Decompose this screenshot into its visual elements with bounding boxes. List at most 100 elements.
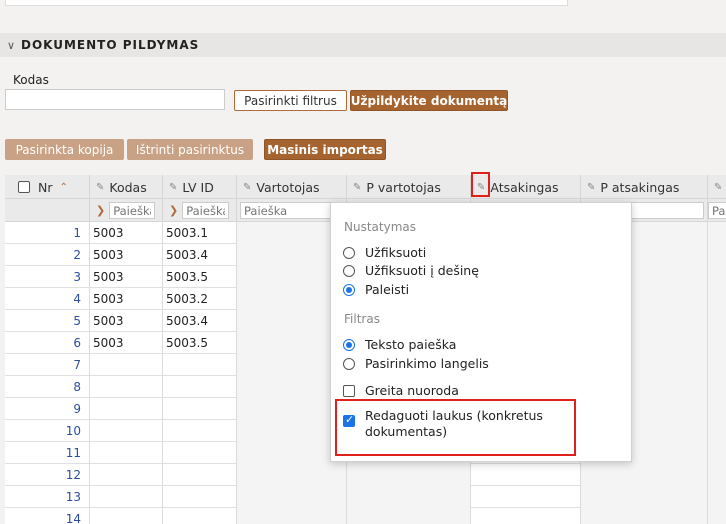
sort-up-icon[interactable]: ⌃ bbox=[60, 182, 68, 193]
cell-lvid[interactable] bbox=[163, 508, 237, 524]
cell-kodas[interactable] bbox=[90, 464, 163, 486]
option-checkbox[interactable]: Pasirinkimo langelis bbox=[343, 356, 489, 371]
cell-lvid[interactable]: 5003.5 bbox=[163, 332, 237, 354]
radio-fix-right[interactable] bbox=[343, 264, 355, 277]
option-fix-label: Užfiksuoti bbox=[365, 245, 427, 260]
section-header[interactable]: ∨ DOKUMENTO PILDYMAS bbox=[0, 33, 726, 57]
cell-empty[interactable] bbox=[581, 508, 708, 524]
wrench-icon[interactable]: ✎ bbox=[587, 182, 595, 193]
table-row[interactable]: 13 bbox=[5, 486, 726, 508]
header-nr[interactable]: Nr ⌃ bbox=[5, 175, 90, 199]
cell-kodas[interactable] bbox=[90, 398, 163, 420]
cell-empty[interactable] bbox=[708, 508, 726, 524]
radio-release[interactable] bbox=[343, 283, 355, 296]
wrench-icon[interactable]: ✎ bbox=[96, 182, 104, 193]
cell-empty[interactable] bbox=[581, 486, 708, 508]
top-input-box[interactable] bbox=[5, 0, 568, 6]
choose-filters-button[interactable]: Pasirinkti filtrus bbox=[234, 90, 347, 111]
cell-empty[interactable] bbox=[347, 508, 471, 524]
cell-empty[interactable] bbox=[708, 310, 726, 332]
radio-checkbox[interactable] bbox=[343, 357, 355, 370]
cell-lvid[interactable] bbox=[163, 420, 237, 442]
cell-kodas[interactable]: 5003 bbox=[90, 244, 163, 266]
cell-empty[interactable] bbox=[471, 508, 581, 524]
cell-kodas[interactable] bbox=[90, 442, 163, 464]
header-vartotojas[interactable]: ✎ Vartotojas bbox=[237, 175, 347, 199]
cell-lvid[interactable]: 5003.1 bbox=[163, 222, 237, 244]
select-all-checkbox[interactable] bbox=[18, 181, 30, 193]
cell-kodas[interactable] bbox=[90, 420, 163, 442]
table-row[interactable]: 12 bbox=[5, 464, 726, 486]
cell-empty[interactable] bbox=[708, 332, 726, 354]
cell-empty[interactable] bbox=[237, 464, 347, 486]
filter-lvid-input[interactable] bbox=[182, 202, 230, 219]
cell-lvid[interactable] bbox=[163, 354, 237, 376]
cell-empty[interactable] bbox=[237, 508, 347, 524]
cell-lvid[interactable]: 5003.2 bbox=[163, 288, 237, 310]
header-patsakingas[interactable]: ✎ P atsakingas bbox=[581, 175, 708, 199]
option-text-search[interactable]: Teksto paieška bbox=[343, 337, 456, 352]
chevron-right-icon[interactable]: ❯ bbox=[169, 204, 178, 217]
filter-extra-input[interactable] bbox=[708, 202, 726, 219]
option-fix-right[interactable]: Užfiksuoti į dešinę bbox=[343, 263, 479, 278]
chevron-right-icon[interactable]: ❯ bbox=[96, 204, 105, 217]
cell-empty[interactable] bbox=[708, 266, 726, 288]
radio-fix[interactable] bbox=[343, 246, 355, 259]
cell-lvid[interactable] bbox=[163, 442, 237, 464]
radio-text-search[interactable] bbox=[343, 338, 355, 351]
option-quick-link[interactable]: Greita nuoroda bbox=[343, 383, 459, 398]
cell-lvid[interactable] bbox=[163, 486, 237, 508]
cell-kodas[interactable] bbox=[90, 354, 163, 376]
checkbox-quick-link[interactable] bbox=[343, 384, 355, 397]
filter-vartotojas-input[interactable] bbox=[240, 202, 343, 219]
wrench-icon[interactable]: ✎ bbox=[353, 182, 361, 193]
cell-empty[interactable] bbox=[581, 464, 708, 486]
cell-empty[interactable] bbox=[708, 420, 726, 442]
cell-empty[interactable] bbox=[347, 486, 471, 508]
cell-empty[interactable] bbox=[708, 222, 726, 244]
cell-empty[interactable] bbox=[471, 486, 581, 508]
header-lvid[interactable]: ✎ LV ID bbox=[163, 175, 237, 199]
cell-empty[interactable] bbox=[471, 464, 581, 486]
header-kodas[interactable]: ✎ Kodas bbox=[90, 175, 163, 199]
cell-lvid[interactable]: 5003.4 bbox=[163, 244, 237, 266]
wrench-icon[interactable]: ✎ bbox=[243, 182, 251, 193]
delete-selected-button[interactable]: Ištrinti pasirinktus bbox=[127, 139, 253, 160]
cell-lvid[interactable]: 5003.4 bbox=[163, 310, 237, 332]
header-extra[interactable]: ✎ bbox=[708, 175, 726, 199]
cell-empty[interactable] bbox=[708, 398, 726, 420]
cell-lvid[interactable] bbox=[163, 464, 237, 486]
cell-empty[interactable] bbox=[347, 464, 471, 486]
option-fix[interactable]: Užfiksuoti bbox=[343, 245, 426, 260]
cell-kodas[interactable] bbox=[90, 486, 163, 508]
cell-empty[interactable] bbox=[708, 244, 726, 266]
chevron-down-icon[interactable]: ∨ bbox=[7, 39, 21, 52]
cell-kodas[interactable]: 5003 bbox=[90, 310, 163, 332]
cell-empty[interactable] bbox=[708, 442, 726, 464]
cell-empty[interactable] bbox=[708, 288, 726, 310]
cell-kodas[interactable]: 5003 bbox=[90, 222, 163, 244]
fill-document-button[interactable]: Užpildykite dokumentą bbox=[350, 90, 508, 111]
cell-empty[interactable] bbox=[237, 486, 347, 508]
table-row[interactable]: 14 bbox=[5, 508, 726, 524]
selected-copy-button[interactable]: Pasirinkta kopija bbox=[5, 139, 124, 160]
cell-empty[interactable] bbox=[708, 376, 726, 398]
cell-lvid[interactable]: 5003.5 bbox=[163, 266, 237, 288]
cell-empty[interactable] bbox=[708, 354, 726, 376]
cell-empty[interactable] bbox=[708, 486, 726, 508]
mass-import-button[interactable]: Masinis importas bbox=[264, 139, 386, 160]
option-release[interactable]: Paleisti bbox=[343, 282, 409, 297]
wrench-icon[interactable]: ✎ bbox=[169, 182, 177, 193]
cell-lvid[interactable] bbox=[163, 398, 237, 420]
cell-kodas[interactable]: 5003 bbox=[90, 332, 163, 354]
kodas-input[interactable] bbox=[5, 89, 225, 110]
cell-kodas[interactable]: 5003 bbox=[90, 266, 163, 288]
wrench-icon[interactable]: ✎ bbox=[714, 182, 722, 193]
cell-kodas[interactable] bbox=[90, 376, 163, 398]
cell-lvid[interactable] bbox=[163, 376, 237, 398]
header-pvartotojas[interactable]: ✎ P vartotojas bbox=[347, 175, 471, 199]
cell-kodas[interactable] bbox=[90, 508, 163, 524]
cell-empty[interactable] bbox=[708, 464, 726, 486]
cell-kodas[interactable]: 5003 bbox=[90, 288, 163, 310]
filter-kodas-input[interactable] bbox=[109, 202, 156, 219]
